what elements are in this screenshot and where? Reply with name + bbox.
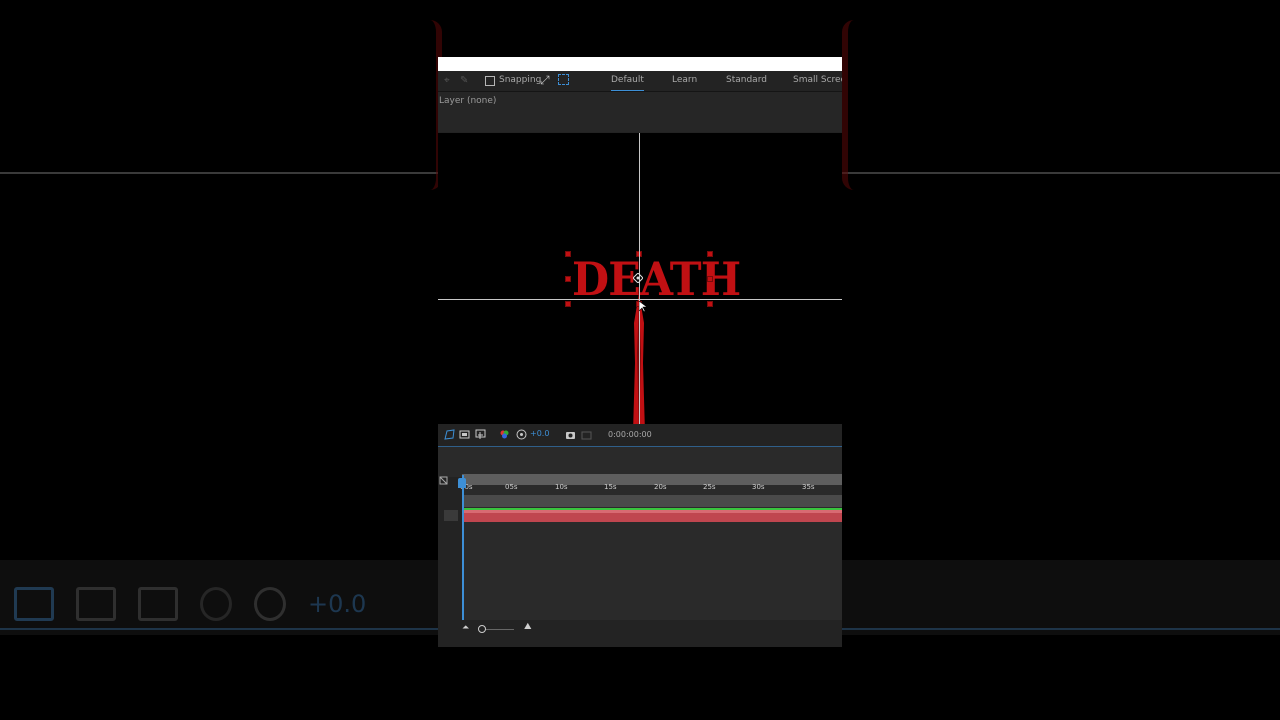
layer-visibility-switch[interactable] (444, 510, 458, 521)
workspace-default[interactable]: Default (611, 75, 644, 91)
current-time-display[interactable]: 0:00:00:00 (608, 430, 652, 439)
layer-panel: Layer (none) (438, 92, 842, 132)
time-ruler-ticks: 00s 05s 10s 15s 20s 25s 30s 35s (460, 481, 842, 493)
work-area-bar[interactable] (462, 495, 842, 507)
viewer-toolbar: +0.0 0:00:00:00 (438, 424, 842, 447)
timeline-zoom-bar: ⏶ ⛰ (438, 620, 842, 647)
tick-label: 10s (555, 483, 568, 491)
background-exposure-value: +0.0 (308, 590, 367, 618)
handle-bottom-right[interactable] (707, 301, 713, 307)
background-blur-right (842, 20, 878, 190)
pin-icon[interactable]: ⌖ (444, 75, 455, 86)
background-exposure-icon (254, 587, 286, 621)
handle-middle-left[interactable] (565, 276, 571, 282)
workspace-standard[interactable]: Standard (726, 75, 767, 85)
exposure-reset-icon[interactable] (516, 429, 527, 440)
background-mask-icon (14, 587, 54, 621)
zoom-slider-track[interactable] (482, 629, 514, 630)
comp-marker-icon[interactable] (439, 476, 448, 485)
zoom-in-icon[interactable]: ⛰ (524, 622, 532, 632)
puppet-icon[interactable]: ✎ (460, 75, 471, 86)
background-blur-left (406, 20, 442, 190)
layer-switches-column (438, 477, 462, 637)
transparency-grid-icon[interactable] (475, 429, 486, 440)
playhead-line[interactable] (462, 475, 464, 633)
region-of-interest-icon[interactable] (459, 429, 470, 440)
background-channel-icon (200, 587, 232, 621)
handle-bottom-left[interactable] (565, 301, 571, 307)
handle-middle-right[interactable] (707, 276, 713, 282)
workspace-toolbar: ⌖ ✎ Snapping ⤢ Default Learn Standard Sm… (438, 71, 842, 92)
tick-label: 30s (752, 483, 765, 491)
mouse-cursor-icon (639, 301, 647, 313)
snapshot-camera-icon[interactable] (565, 429, 576, 440)
composition-viewer[interactable]: DEATH (438, 133, 842, 424)
snap-edges-icon[interactable]: ⤢ (540, 73, 550, 88)
tick-label: 25s (703, 483, 716, 491)
handle-top-left[interactable] (565, 251, 571, 257)
title-strip (438, 57, 842, 71)
exposure-value[interactable]: +0.0 (530, 429, 549, 438)
background-transparency-icon (138, 587, 178, 621)
zoom-out-icon[interactable]: ⏶ (462, 623, 469, 633)
handle-top-right[interactable] (707, 251, 713, 257)
snap-features-icon[interactable] (558, 74, 569, 85)
horizontal-guide[interactable] (438, 299, 842, 300)
show-snapshot-icon[interactable] (581, 429, 592, 440)
background-blur-toolbar: +0.0 (14, 582, 366, 626)
workspace-learn[interactable]: Learn (672, 75, 697, 85)
tick-label: 05s (505, 483, 518, 491)
background-region-icon (76, 587, 116, 621)
layer-panel-label: Layer (none) (439, 96, 497, 106)
snapping-label: Snapping (499, 75, 542, 85)
snapping-checkbox[interactable] (485, 76, 495, 86)
mask-visibility-icon[interactable] (444, 429, 455, 440)
workspace-small-screen[interactable]: Small Screen (793, 75, 842, 85)
anchor-point-icon[interactable] (633, 273, 643, 283)
channel-icon[interactable] (499, 429, 510, 440)
playhead-handle[interactable] (458, 478, 466, 488)
zoom-slider-knob[interactable] (478, 625, 486, 633)
tick-label: 15s (604, 483, 617, 491)
tick-label: 20s (654, 483, 667, 491)
tick-label: 35s (802, 483, 815, 491)
after-effects-window: ⌖ ✎ Snapping ⤢ Default Learn Standard Sm… (438, 57, 842, 647)
layer-duration-bar-highlight (462, 510, 842, 513)
timeline-panel: 00s 05s 10s 15s 20s 25s 30s 35s ⏶ ⛰ (438, 447, 842, 647)
